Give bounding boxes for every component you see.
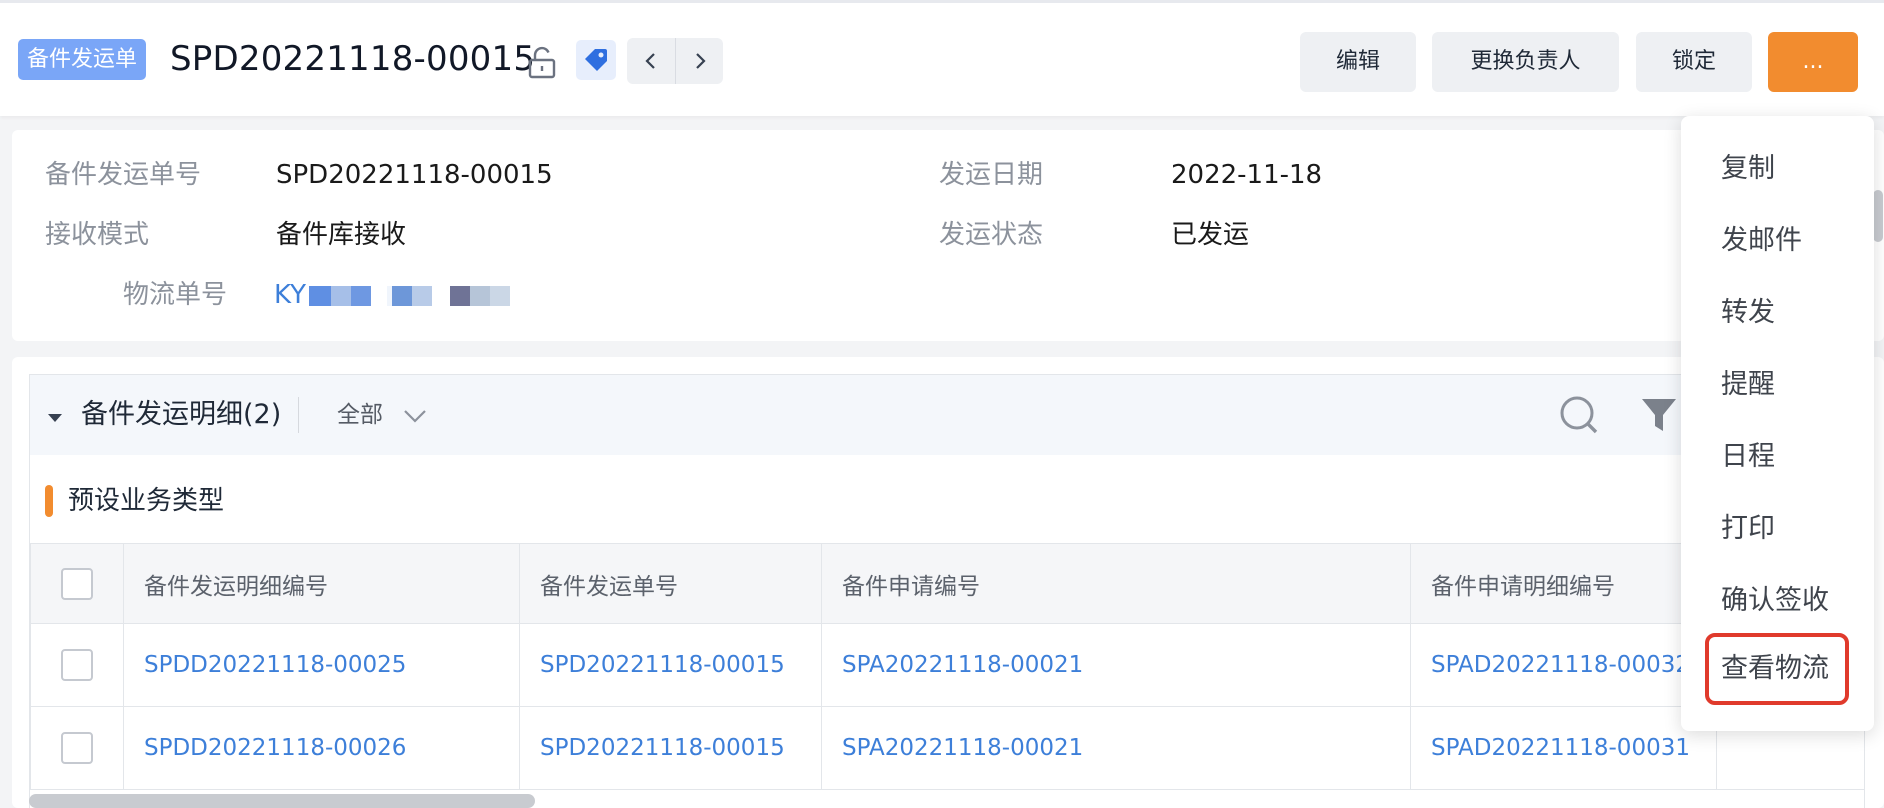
ship-status-value: 已发运	[1171, 220, 1250, 250]
ship-date-value: 2022-11-18	[1171, 160, 1323, 190]
group-label: 预设业务类型	[68, 486, 225, 516]
redaction-block	[351, 286, 371, 306]
table-row: SPDD20221118-00026 SPD20221118-00015 SPA…	[30, 706, 1865, 790]
table-row: SPDD20221118-00025 SPD20221118-00015 SPA…	[30, 623, 1865, 707]
previous-record-button[interactable]	[627, 38, 675, 84]
redaction-block	[470, 286, 490, 306]
tag-icon[interactable]	[576, 40, 616, 80]
select-all-cell	[30, 543, 124, 624]
basic-info-panel: 备件发运单号 SPD20221118-00015 发运日期 2022-11-18…	[12, 130, 1884, 341]
redaction-block	[392, 286, 412, 306]
detail-table-container: 备件发运明细(2) 全部 预设业务类型 备件发运明细编号 备件发运单号 备件申请…	[29, 374, 1865, 808]
chevron-down-icon[interactable]	[403, 408, 427, 428]
menu-item-print[interactable]: 打印	[1681, 493, 1874, 565]
column-header[interactable]: 备件申请编号	[821, 543, 1411, 624]
application-detail-no-link[interactable]: SPAD20221118-00032	[1410, 623, 1717, 707]
application-detail-no-link[interactable]: SPAD20221118-00031	[1410, 706, 1717, 790]
column-header[interactable]: 备件发运明细编号	[123, 543, 520, 624]
next-record-button[interactable]	[675, 38, 723, 84]
column-header[interactable]: 备件申请明细编号	[1410, 543, 1717, 624]
redaction-block	[450, 286, 470, 306]
shipment-no-link[interactable]: SPD20221118-00015	[519, 623, 822, 707]
detail-table: 备件发运明细编号 备件发运单号 备件申请编号 备件申请明细编号 SPDD2022…	[30, 543, 1865, 790]
menu-item-schedule[interactable]: 日程	[1681, 421, 1874, 493]
logistics-no-label: 物流单号	[123, 280, 228, 310]
menu-item-copy[interactable]: 复制	[1681, 133, 1874, 205]
application-no-link[interactable]: SPA20221118-00021	[821, 706, 1411, 790]
row-select-cell	[30, 623, 124, 707]
redaction-block	[309, 286, 331, 306]
record-navigation	[627, 38, 723, 84]
menu-item-forward[interactable]: 转发	[1681, 277, 1874, 349]
edit-button[interactable]: 编辑	[1300, 32, 1416, 92]
detail-toolbar: 备件发运明细(2) 全部	[30, 375, 1864, 455]
row-checkbox[interactable]	[61, 649, 93, 681]
ship-date-label: 发运日期	[939, 160, 1044, 190]
row-checkbox[interactable]	[61, 732, 93, 764]
filter-dropdown[interactable]: 全部	[337, 396, 383, 434]
detail-no-link[interactable]: SPDD20221118-00026	[123, 706, 520, 790]
redaction-block	[490, 286, 510, 306]
detail-section-title: 备件发运明细(2)	[81, 399, 282, 430]
select-all-checkbox[interactable]	[61, 567, 93, 600]
logistics-no-link[interactable]: KY	[274, 277, 306, 313]
more-actions-menu: 复制 发邮件 转发 提醒 日程 打印 确认签收 查看物流	[1681, 116, 1874, 731]
row-select-cell	[30, 706, 124, 790]
redaction-block	[331, 286, 351, 306]
application-no-link[interactable]: SPA20221118-00021	[821, 623, 1411, 707]
shipment-detail-section: 备件发运明细(2) 全部 预设业务类型 备件发运明细编号 备件发运单号 备件申请…	[12, 357, 1884, 808]
horizontal-scrollbar[interactable]	[29, 794, 535, 808]
receive-mode-value: 备件库接收	[276, 220, 407, 250]
menu-item-view-logistics[interactable]: 查看物流	[1705, 633, 1849, 705]
search-icon[interactable]	[1559, 395, 1599, 439]
group-indicator-bar	[45, 485, 53, 517]
shipment-no-link[interactable]: SPD20221118-00015	[519, 706, 822, 790]
more-actions-button[interactable]: ...	[1768, 32, 1858, 92]
doc-type-badge: 备件发运单	[18, 39, 147, 80]
detail-no-link[interactable]: SPDD20221118-00025	[123, 623, 520, 707]
shipment-no-label: 备件发运单号	[45, 160, 202, 190]
unlock-icon[interactable]	[526, 45, 558, 79]
collapse-caret-icon[interactable]	[46, 409, 64, 428]
filter-icon[interactable]	[1641, 397, 1677, 437]
menu-item-send-email[interactable]: 发邮件	[1681, 205, 1874, 277]
redaction-block	[412, 286, 432, 306]
toolbar-divider	[298, 397, 299, 433]
ship-status-label: 发运状态	[939, 220, 1044, 250]
shipment-no-value: SPD20221118-00015	[276, 160, 553, 190]
column-header[interactable]: 备件发运单号	[519, 543, 822, 624]
record-header: 备件发运单 SPD20221118-00015 编辑 更换负责人 锁定 ...	[0, 0, 1884, 116]
lock-button[interactable]: 锁定	[1636, 32, 1752, 92]
menu-item-reminder[interactable]: 提醒	[1681, 349, 1874, 421]
page-title: SPD20221118-00015	[170, 39, 536, 79]
change-owner-button[interactable]: 更换负责人	[1432, 32, 1619, 92]
table-header-row: 备件发运明细编号 备件发运单号 备件申请编号 备件申请明细编号	[30, 543, 1865, 624]
receive-mode-label: 接收模式	[45, 220, 150, 250]
menu-item-confirm-receipt[interactable]: 确认签收	[1681, 565, 1874, 637]
vertical-scrollbar[interactable]	[1873, 190, 1883, 242]
